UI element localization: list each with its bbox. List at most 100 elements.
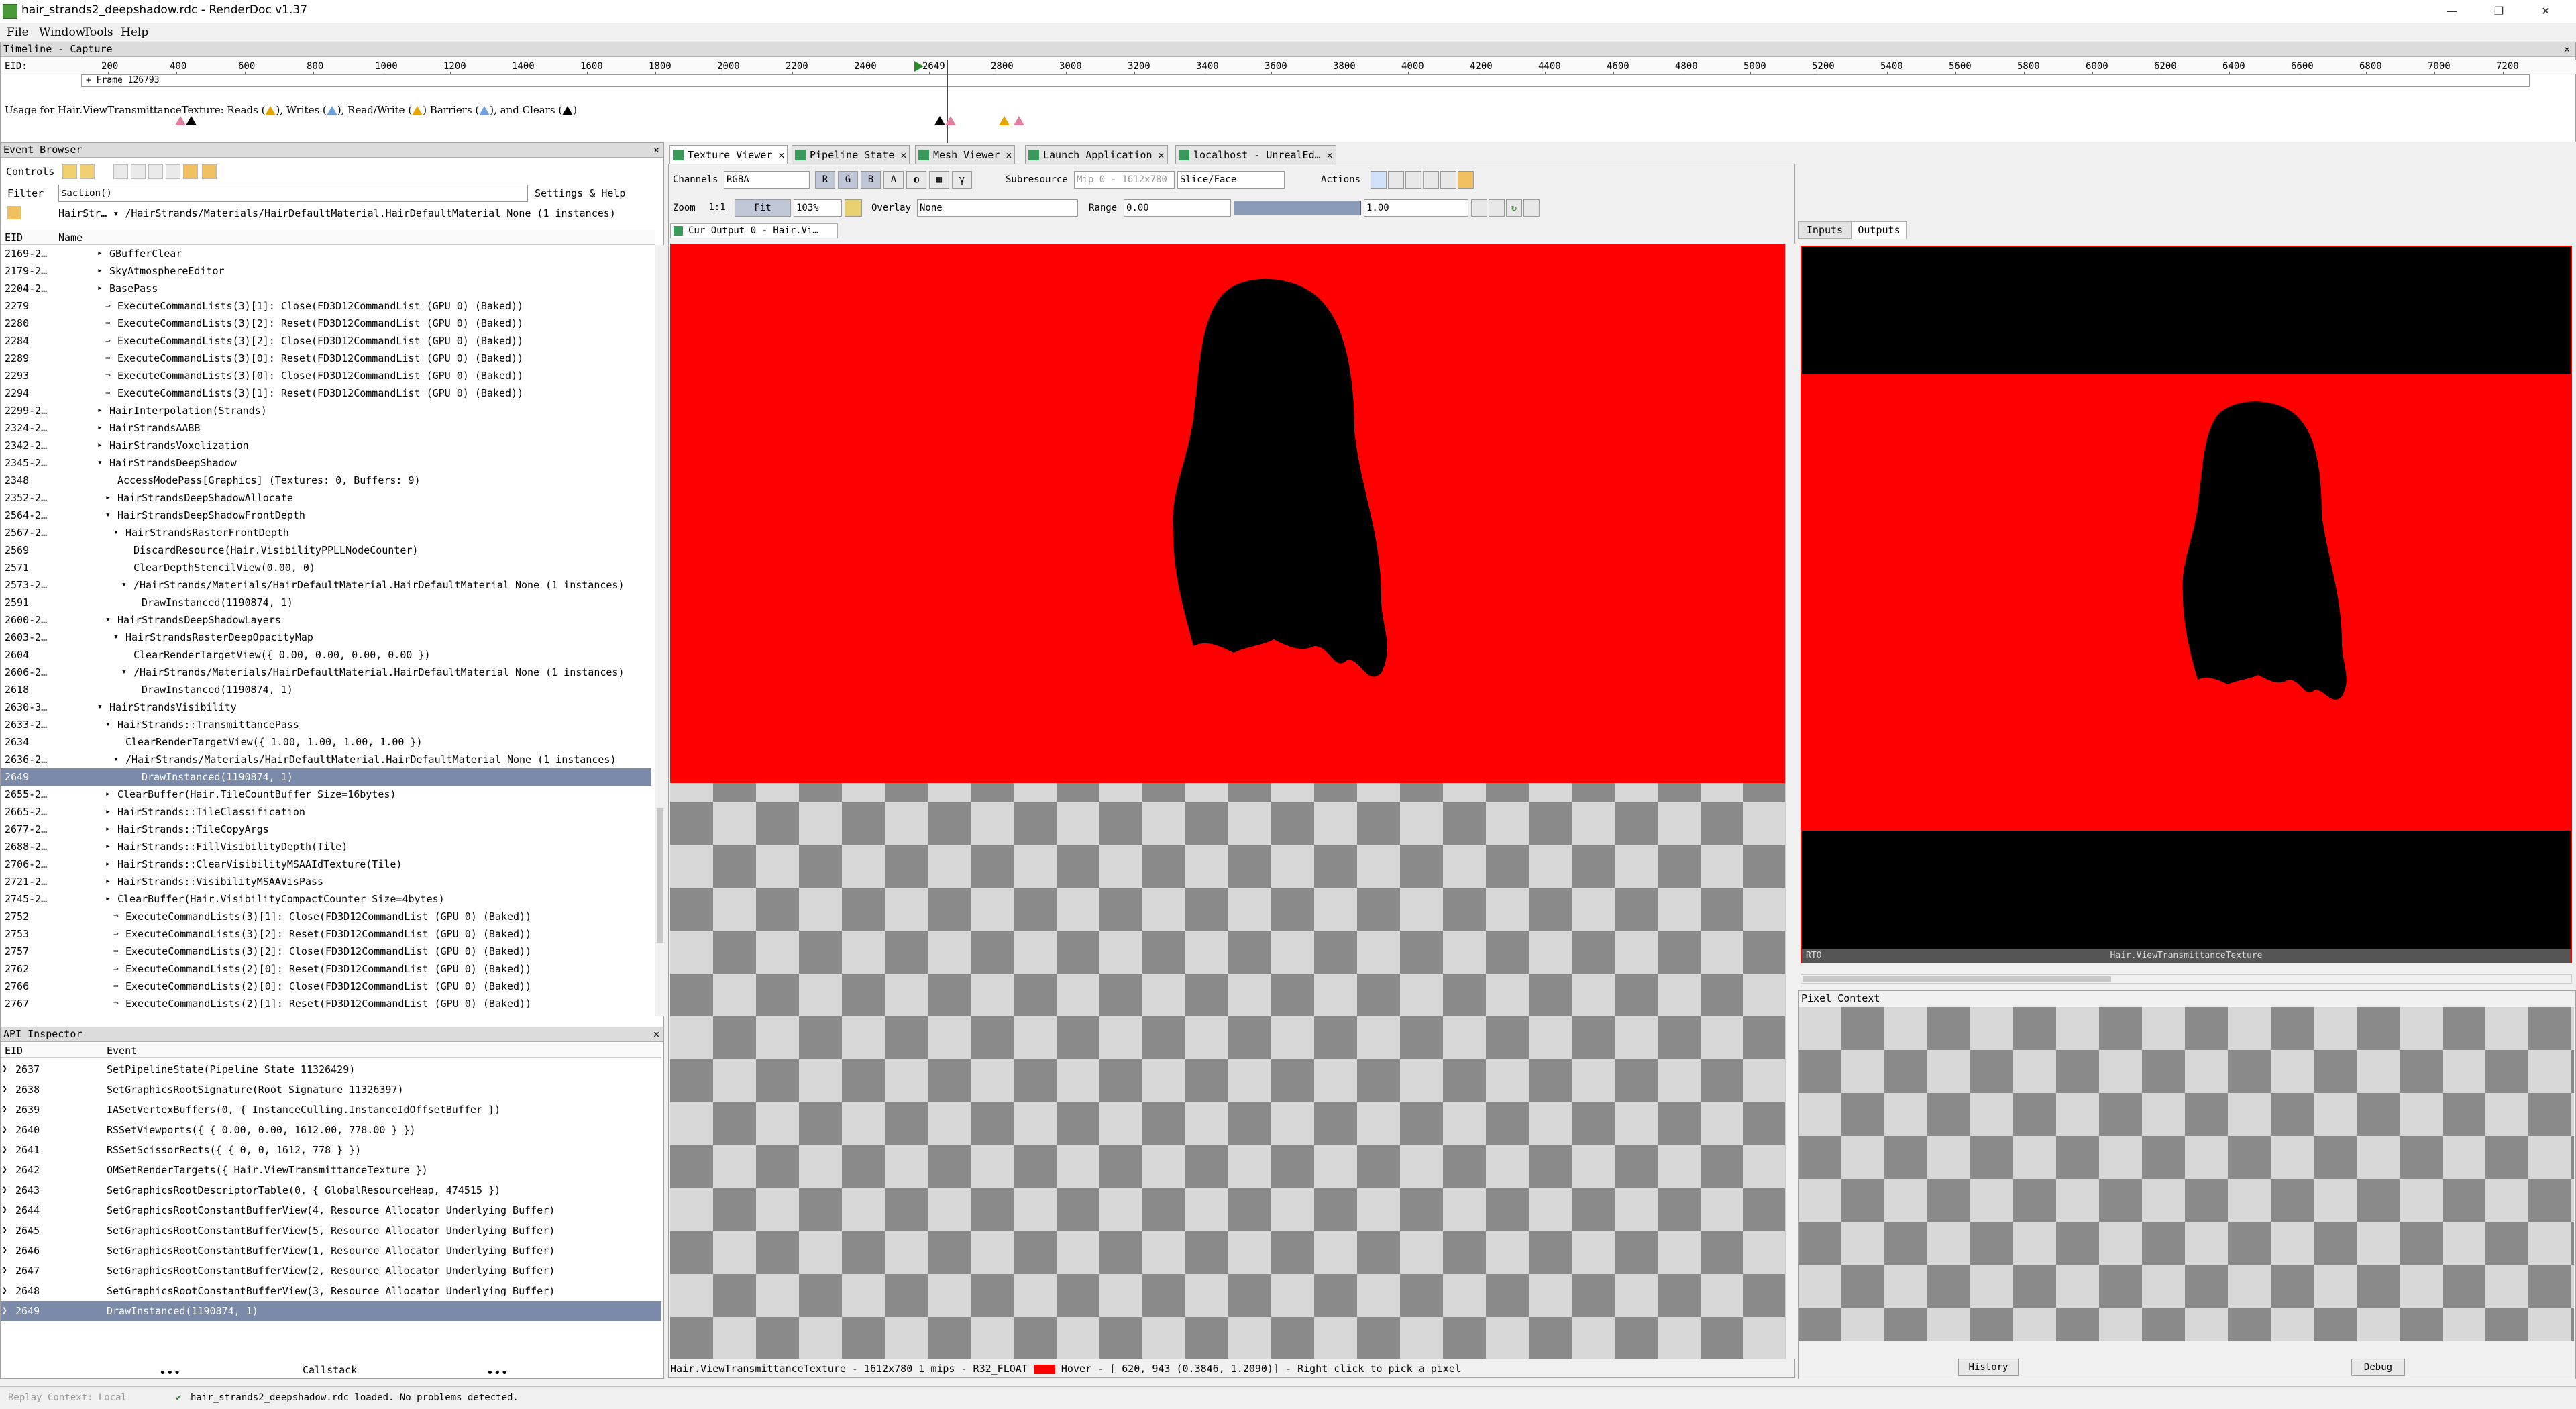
event-row[interactable]: 2604 ClearRenderTargetView({ 0.00, 0.00, … bbox=[1, 646, 651, 664]
gamma-icon[interactable]: γ bbox=[952, 171, 972, 189]
slice-face-select[interactable]: Slice/Face bbox=[1177, 171, 1285, 189]
range-histogram[interactable] bbox=[1234, 201, 1361, 215]
zoom-1to1-button[interactable]: 1:1 bbox=[704, 199, 731, 217]
event-row[interactable]: 2169-2… ▸ GBufferClear bbox=[1, 245, 651, 262]
event-row[interactable]: 2665-2… ▸ HairStrands::TileClassification bbox=[1, 803, 651, 821]
expand-chevron-icon[interactable]: ❯ bbox=[2, 1100, 7, 1120]
event-row[interactable]: 2280 ⇒ ExecuteCommandLists(3)[2]: Reset(FD… bbox=[1, 315, 651, 332]
event-row[interactable]: 2342-2… ▸ HairStrandsVoxelization bbox=[1, 437, 651, 454]
expand-arrow-icon[interactable]: ▾ bbox=[121, 664, 127, 681]
close-tab-icon[interactable]: ✕ bbox=[900, 146, 906, 164]
splitter-right-dots[interactable]: ••• bbox=[486, 1366, 508, 1380]
flip-icon[interactable] bbox=[845, 199, 862, 217]
expand-chevron-icon[interactable]: ❯ bbox=[2, 1059, 7, 1080]
overlay-select[interactable]: None bbox=[917, 199, 1078, 217]
expand-arrow-icon[interactable]: ▸ bbox=[105, 838, 111, 855]
thumbnail-h-scrollbar[interactable] bbox=[1801, 974, 2572, 984]
texture-canvas[interactable] bbox=[670, 244, 1785, 1359]
event-row[interactable]: 2688-2… ▸ HairStrands::FillVisibilityDepth… bbox=[1, 838, 651, 855]
expand-arrow-icon[interactable]: ▸ bbox=[105, 855, 111, 873]
save-texture-icon[interactable] bbox=[1371, 171, 1387, 189]
event-row[interactable]: 2348 AccessModePass[Graphics] (Textures: … bbox=[1, 472, 651, 489]
event-row[interactable]: 2567-2… ▾ HairStrandsRasterFrontDepth bbox=[1, 524, 651, 541]
next-event-icon[interactable] bbox=[80, 164, 95, 179]
open-texture-icon[interactable] bbox=[1405, 171, 1421, 189]
event-row[interactable]: 2569 DiscardResource(Hair.VisibilityPPLLN… bbox=[1, 541, 651, 559]
expand-arrow-icon[interactable]: ▾ bbox=[121, 576, 127, 594]
api-row[interactable]: ❯ 2637 SetPipelineState(Pipeline State 113… bbox=[1, 1059, 661, 1080]
col-name[interactable]: Name bbox=[58, 231, 83, 244]
event-row[interactable]: 2721-2… ▸ HairStrands::VisibilityMSAAVisPa… bbox=[1, 873, 651, 890]
expand-chevron-icon[interactable]: ❯ bbox=[2, 1261, 7, 1281]
zoom-select[interactable]: 103% bbox=[794, 199, 842, 217]
selected-event-row[interactable]: 2649 DrawInstanced(1190874, 1) bbox=[1, 768, 651, 786]
api-row[interactable]: ❯ 2642 OMSetRenderTargets({ Hair.ViewTrans… bbox=[1, 1160, 661, 1180]
prev-event-icon[interactable] bbox=[62, 164, 77, 179]
close-tab-icon[interactable]: ✕ bbox=[1327, 146, 1333, 164]
expand-arrow-icon[interactable]: ▾ bbox=[113, 524, 119, 541]
event-row[interactable]: 2571 ClearDepthStencilView(0.00, 0) bbox=[1, 559, 651, 576]
event-row[interactable]: 2634 ClearRenderTargetView({ 1.00, 1.00, … bbox=[1, 733, 651, 751]
selected-api-row[interactable]: ❯ 2649 DrawInstanced(1190874, 1) bbox=[1, 1301, 661, 1321]
expand-arrow-icon[interactable]: ▾ bbox=[113, 751, 119, 768]
api-col-event[interactable]: Event bbox=[107, 1045, 137, 1057]
event-scrollbar[interactable] bbox=[655, 245, 665, 1016]
api-row[interactable]: ❯ 2647 SetGraphicsRootConstantBufferView(2… bbox=[1, 1261, 661, 1281]
close-tab-icon[interactable]: ✕ bbox=[1159, 146, 1165, 164]
tab-pipeline-state[interactable]: Pipeline State ✕ bbox=[792, 145, 910, 164]
menu-file[interactable]: File bbox=[7, 25, 29, 39]
histogram-icon[interactable] bbox=[1523, 199, 1540, 217]
breadcrumb[interactable]: HairStr… ▾ /HairStrands/Materials/HairDe… bbox=[58, 207, 616, 219]
channel-g-toggle[interactable]: G bbox=[838, 171, 858, 189]
splitter-left-dots[interactable]: ••• bbox=[159, 1366, 181, 1380]
bookmark-icon[interactable] bbox=[166, 164, 180, 179]
colorize-icon[interactable] bbox=[183, 164, 198, 179]
event-row[interactable]: 2636-2… ▾ /HairStrands/Materials/HairDefau… bbox=[1, 751, 651, 768]
find-icon[interactable] bbox=[113, 164, 128, 179]
autofit-icon[interactable] bbox=[1489, 199, 1505, 217]
api-row[interactable]: ❯ 2640 RSSetViewports({ { 0.00, 0.00, 1612… bbox=[1, 1120, 661, 1140]
event-row[interactable]: 2284 ⇒ ExecuteCommandLists(3)[2]: Close(FD… bbox=[1, 332, 651, 350]
expand-chevron-icon[interactable]: ❯ bbox=[2, 1160, 7, 1180]
api-row[interactable]: ❯ 2646 SetGraphicsRootConstantBufferView(1… bbox=[1, 1241, 661, 1261]
close-event-browser-icon[interactable]: ✕ bbox=[653, 143, 659, 156]
expand-arrow-icon[interactable]: ▾ bbox=[105, 716, 111, 733]
settings-help-button[interactable]: Settings & Help bbox=[535, 187, 625, 199]
event-row[interactable]: 2591 DrawInstanced(1190874, 1) bbox=[1, 594, 651, 611]
expand-chevron-icon[interactable]: ❯ bbox=[2, 1200, 7, 1220]
home-icon[interactable] bbox=[7, 206, 21, 219]
event-row[interactable]: 2766 ⇒ ExecuteCommandLists(2)[0]: Close(FD… bbox=[1, 978, 651, 995]
mip-select[interactable]: Mip 0 - 1612x780 bbox=[1074, 171, 1175, 189]
usage-marker-icon[interactable] bbox=[999, 116, 1010, 125]
thumbnail-h-scrollbar-thumb[interactable] bbox=[1803, 976, 2111, 982]
zoom-range-icon[interactable] bbox=[1471, 199, 1487, 217]
event-row[interactable]: 2564-2… ▾ HairStrandsDeepShadowFrontDepth bbox=[1, 507, 651, 524]
expand-arrow-icon[interactable]: ▾ bbox=[97, 454, 103, 472]
expand-chevron-icon[interactable]: ❯ bbox=[2, 1140, 7, 1160]
settings-icon[interactable] bbox=[1458, 171, 1474, 189]
channel-b-toggle[interactable]: B bbox=[861, 171, 881, 189]
timeline-ruler[interactable]: EID: 200 400 600 800 1000 1200 1400 1600 1800 200… bbox=[1, 60, 2576, 77]
event-row[interactable]: 2352-2… ▸ HairStrandsDeepShadowAllocate bbox=[1, 489, 651, 507]
expand-arrow-icon[interactable]: ▾ bbox=[105, 507, 111, 524]
reset-range-icon[interactable]: ↻ bbox=[1506, 199, 1522, 217]
col-eid[interactable]: EID bbox=[5, 231, 23, 244]
event-row[interactable]: 2279 ⇒ ExecuteCommandLists(3)[1]: Close(FD… bbox=[1, 297, 651, 315]
expand-arrow-icon[interactable]: ▸ bbox=[105, 803, 111, 821]
event-scrollbar-thumb[interactable] bbox=[657, 808, 663, 943]
menu-help[interactable]: Help bbox=[121, 25, 148, 39]
event-row[interactable]: 2289 ⇒ ExecuteCommandLists(3)[0]: Reset(FD… bbox=[1, 350, 651, 367]
timeline-marker[interactable] bbox=[947, 60, 948, 143]
tab-remote-host[interactable]: localhost - UnrealEd… ✕ bbox=[1175, 145, 1336, 164]
pixel-context-canvas[interactable] bbox=[1799, 1007, 2574, 1341]
replay-context[interactable]: Replay Context: Local bbox=[8, 1392, 127, 1403]
api-row[interactable]: ❯ 2645 SetGraphicsRootConstantBufferView(5… bbox=[1, 1220, 661, 1241]
expand-arrow-icon[interactable]: ▸ bbox=[97, 245, 103, 262]
debug-button[interactable]: Debug bbox=[2351, 1359, 2405, 1376]
canvas-v-scrollbar[interactable] bbox=[1785, 244, 1795, 1359]
expand-arrow-icon[interactable]: ▸ bbox=[105, 890, 111, 908]
minimize-icon[interactable]: — bbox=[2428, 0, 2475, 23]
expand-arrow-icon[interactable]: ▾ bbox=[113, 629, 119, 646]
event-row[interactable]: 2633-2… ▾ HairStrands::TransmittancePass bbox=[1, 716, 651, 733]
goto-location-icon[interactable] bbox=[1388, 171, 1404, 189]
